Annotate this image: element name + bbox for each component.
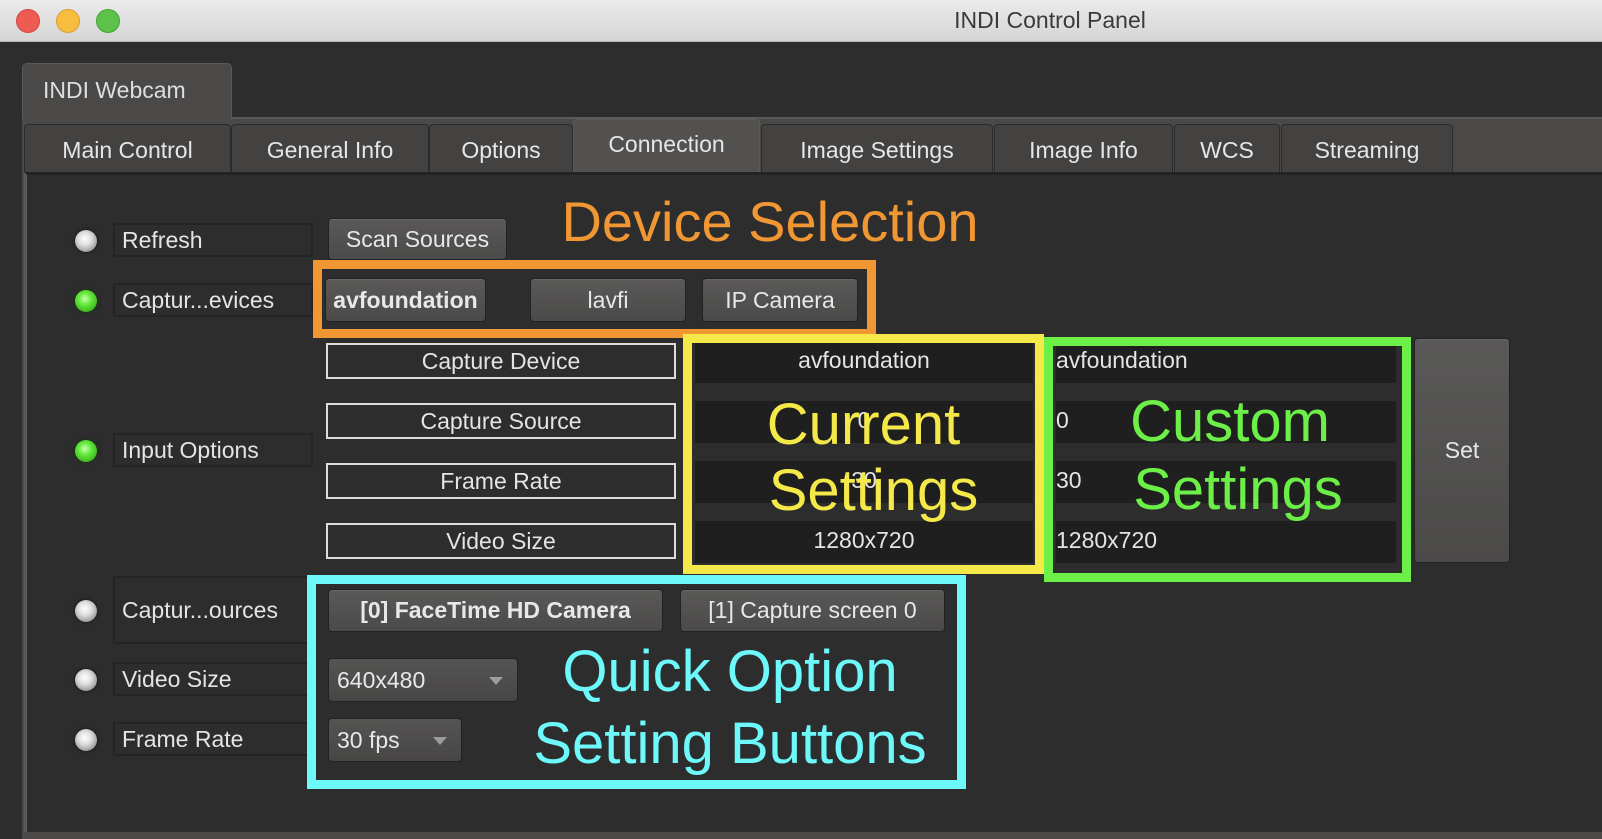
input-options-status-led: [75, 440, 97, 462]
capture-sources-status-led: [75, 600, 97, 622]
capture-device-current-value: avfoundation: [695, 341, 1033, 383]
frame-rate-input[interactable]: 30: [1056, 461, 1396, 503]
capture-sources-label: Captur...ources: [113, 576, 313, 644]
frame-rate-selected: 30 fps: [337, 727, 400, 753]
chevron-down-icon: [489, 677, 503, 685]
tab-main-control[interactable]: Main Control: [24, 124, 231, 173]
tab-label: Image Settings: [800, 137, 954, 163]
chevron-down-icon: [433, 737, 447, 745]
tab-streaming[interactable]: Streaming: [1281, 124, 1453, 173]
device-ip-camera-button[interactable]: IP Camera: [702, 278, 858, 322]
frame-rate-select[interactable]: 30 fps: [328, 718, 462, 762]
device-tab-label: INDI Webcam: [43, 77, 186, 103]
tab-label: Connection: [608, 131, 725, 157]
tab-general-info[interactable]: General Info: [231, 124, 429, 173]
device-avfoundation-button[interactable]: avfoundation: [325, 278, 486, 322]
frame-rate-label: Frame Rate: [326, 463, 676, 499]
refresh-status-led: [75, 230, 97, 252]
video-size-label: Video Size: [326, 523, 676, 559]
capture-device-label: Capture Device: [326, 343, 676, 379]
tab-image-info[interactable]: Image Info: [994, 124, 1173, 173]
tab-label: Streaming: [1314, 137, 1420, 163]
tab-label: Options: [461, 137, 541, 163]
device-lavfi-button[interactable]: lavfi: [530, 278, 686, 322]
tab-label: General Info: [266, 137, 394, 163]
source-facetime-camera-button[interactable]: [0] FaceTime HD Camera: [328, 589, 663, 632]
tab-wcs[interactable]: WCS: [1174, 124, 1280, 173]
tab-label: WCS: [1200, 137, 1254, 163]
capture-source-input[interactable]: 0: [1056, 401, 1396, 443]
tab-image-settings[interactable]: Image Settings: [761, 124, 993, 173]
capture-devices-label: Captur...evices: [113, 283, 313, 317]
video-size-prop-label: Video Size: [113, 662, 313, 696]
capture-source-label: Capture Source: [326, 403, 676, 439]
input-options-label: Input Options: [113, 433, 313, 467]
video-size-input[interactable]: 1280x720: [1056, 521, 1396, 563]
frame-rate-status-led: [75, 729, 97, 751]
refresh-label: Refresh: [113, 223, 313, 257]
title-bar: INDI Control Panel: [0, 0, 1602, 42]
set-button[interactable]: Set: [1414, 338, 1510, 563]
video-size-select[interactable]: 640x480: [328, 658, 518, 702]
window-title: INDI Control Panel: [954, 7, 1146, 33]
capture-devices-status-led: [75, 290, 97, 312]
source-capture-screen-button[interactable]: [1] Capture screen 0: [680, 589, 945, 632]
tab-connection[interactable]: Connection: [573, 119, 760, 173]
capture-device-input[interactable]: avfoundation: [1056, 341, 1396, 383]
video-size-status-led: [75, 669, 97, 691]
frame-rate-prop-label: Frame Rate: [113, 722, 313, 756]
frame-rate-current-value: 30: [695, 461, 1033, 503]
video-size-current-value: 1280x720: [695, 521, 1033, 563]
tab-label: Main Control: [62, 137, 193, 163]
scan-sources-button[interactable]: Scan Sources: [328, 218, 507, 260]
tab-options[interactable]: Options: [429, 124, 573, 173]
device-tab-indi-webcam[interactable]: INDI Webcam: [22, 63, 232, 119]
capture-source-current-value: 0: [695, 401, 1033, 443]
video-size-selected: 640x480: [337, 667, 426, 693]
tab-label: Image Info: [1029, 137, 1138, 163]
